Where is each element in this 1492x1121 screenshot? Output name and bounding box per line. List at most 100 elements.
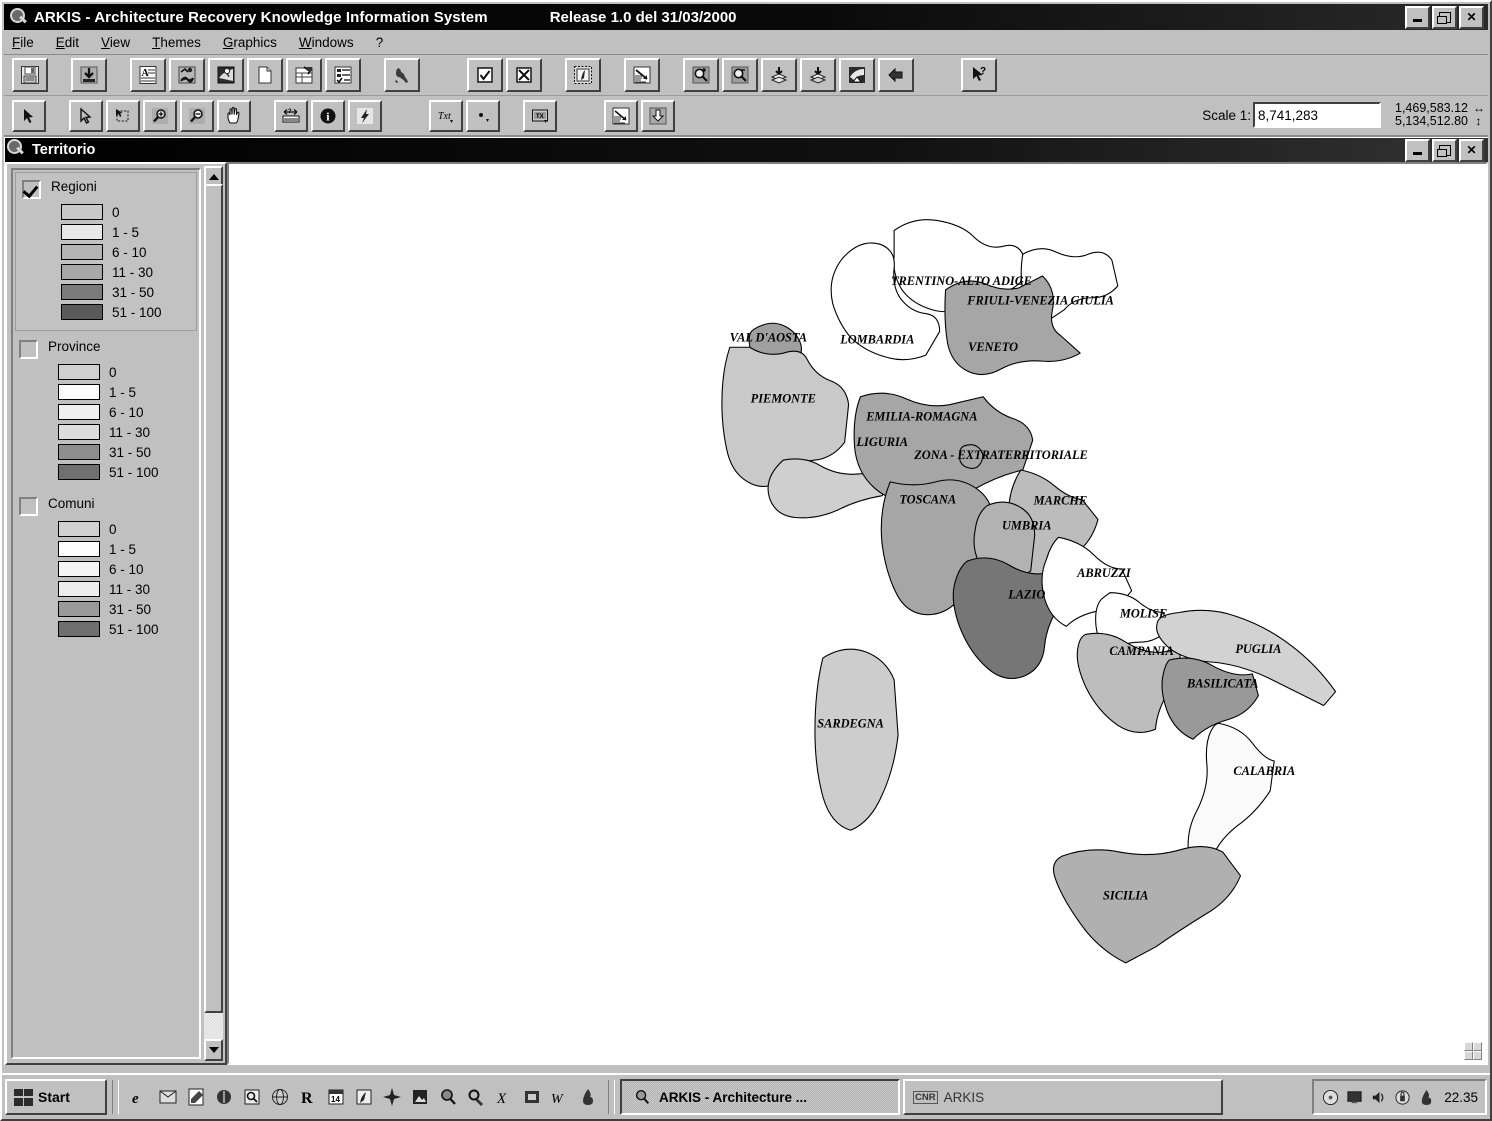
close-button[interactable]: ✕ <box>1459 5 1484 29</box>
picture-icon[interactable] <box>408 1086 431 1109</box>
hotlink-tool[interactable] <box>348 99 382 132</box>
identify-tool[interactable]: i <box>311 99 345 132</box>
theme-comuni[interactable]: Comuni 0 1 - 5 6 - 10 11 - 30 31 - 50 51… <box>13 490 199 647</box>
r-letter-icon[interactable]: R <box>296 1086 319 1109</box>
legend-swatch <box>61 304 103 320</box>
menu-item-help[interactable]: ? <box>376 35 384 50</box>
star-burst-icon[interactable] <box>380 1086 403 1109</box>
paint-icon[interactable] <box>352 1086 375 1109</box>
save-button[interactable] <box>12 58 48 92</box>
zoom-out-tool[interactable] <box>180 99 214 132</box>
image-frame-button[interactable] <box>565 58 601 92</box>
tv-icon[interactable] <box>212 1086 235 1109</box>
security-lock-icon[interactable] <box>1393 1088 1412 1107</box>
fire-icon[interactable] <box>576 1086 599 1109</box>
task-button-arkis-main[interactable]: ARKIS - Architecture ... <box>620 1079 900 1115</box>
svg-text:X: X <box>496 1091 507 1107</box>
clear-selection-button[interactable] <box>506 58 542 92</box>
scroll-down-button[interactable] <box>204 1039 223 1061</box>
rectangle-select-tool[interactable] <box>106 99 140 132</box>
presentation-icon[interactable] <box>520 1086 543 1109</box>
select-all-button[interactable] <box>467 58 503 92</box>
vertex-select-tool[interactable] <box>69 99 103 132</box>
doc-minimize-button[interactable] <box>1405 138 1430 162</box>
bar-graph-button[interactable] <box>624 58 660 92</box>
arkis-magnifier-icon[interactable] <box>436 1086 459 1109</box>
display-icon[interactable] <box>1345 1088 1364 1107</box>
save-layer-button[interactable] <box>800 58 836 92</box>
magnifier-icon <box>8 7 28 27</box>
scale-input[interactable]: 8,741,283 <box>1253 102 1381 128</box>
menu-item-windows[interactable]: Windows <box>299 35 354 50</box>
theme-province[interactable]: Province 0 1 - 5 6 - 10 11 - 30 31 - 50 … <box>13 333 199 490</box>
legend-swatch <box>58 581 100 597</box>
pan-tool[interactable] <box>217 99 251 132</box>
context-help-button[interactable]: ? <box>961 58 997 92</box>
restore-button[interactable] <box>1432 5 1457 29</box>
legend-scrollbar[interactable] <box>204 166 223 1061</box>
point-tool[interactable] <box>466 99 500 132</box>
theme-regioni[interactable]: Regioni 0 1 - 5 6 - 10 11 - 30 31 - 50 5… <box>15 172 197 331</box>
legend-class-row: 11 - 30 <box>61 262 196 282</box>
cd-icon[interactable] <box>1321 1088 1340 1107</box>
import-arrow-tool[interactable] <box>641 99 675 132</box>
legend-class-label: 6 - 10 <box>112 244 147 260</box>
coord-y-value: 5,134,512.80 <box>1395 114 1468 128</box>
internet-explorer-icon[interactable]: e <box>128 1086 151 1109</box>
map-canvas[interactable]: VAL D'AOSTA PIEMONTE LOMBARDIA TRENTINO-… <box>227 162 1488 1065</box>
map-label-basilicata: BASILICATA <box>1186 677 1258 691</box>
flame-icon[interactable] <box>1417 1088 1436 1107</box>
start-button[interactable]: Start <box>5 1079 107 1115</box>
world-globe-icon[interactable] <box>268 1086 291 1109</box>
legend-swatch <box>61 204 103 220</box>
theme-province-checkbox[interactable] <box>19 340 38 359</box>
chart-draw-tool[interactable] <box>604 99 638 132</box>
zoom-in-tool[interactable] <box>143 99 177 132</box>
edit-note-icon[interactable] <box>184 1086 207 1109</box>
chart-button[interactable] <box>169 58 205 92</box>
menu-item-edit[interactable]: Edit <box>56 35 79 50</box>
legend-tool[interactable]: TX <box>523 99 557 132</box>
load-layer-button[interactable] <box>761 58 797 92</box>
menu-item-file[interactable]: FFileile <box>12 35 34 50</box>
text-tool[interactable]: Txt <box>429 99 463 132</box>
word-w-icon[interactable]: W <box>548 1086 571 1109</box>
calendar-icon[interactable]: 14 <box>324 1086 347 1109</box>
minimize-button[interactable] <box>1405 5 1430 29</box>
italy-map-button[interactable] <box>384 58 420 92</box>
menu-item-themes[interactable]: Themes <box>152 35 201 50</box>
excel-x-icon[interactable]: X <box>492 1086 515 1109</box>
query-builder-button[interactable] <box>286 58 322 92</box>
svg-text:?: ? <box>288 109 292 115</box>
measure-tool[interactable]: ? <box>274 99 308 132</box>
doc-restore-button[interactable] <box>1432 138 1457 162</box>
magnifier-icon <box>7 139 27 159</box>
italy-choropleth-map[interactable]: VAL D'AOSTA PIEMONTE LOMBARDIA TRENTINO-… <box>229 164 1486 1063</box>
menu-item-graphics[interactable]: Graphics <box>223 35 277 50</box>
cnr-icon: CNR <box>913 1090 938 1104</box>
task-button-arkis-cnr[interactable]: CNR ARKIS <box>903 1079 1223 1115</box>
zoom-in-theme-button[interactable] <box>683 58 719 92</box>
taskbar-clock[interactable]: 22.35 <box>1444 1090 1478 1105</box>
magnifier-key-icon[interactable] <box>464 1086 487 1109</box>
theme-comuni-checkbox[interactable] <box>19 497 38 516</box>
globe-layer-button[interactable] <box>839 58 875 92</box>
doc-close-button[interactable]: ✕ <box>1459 138 1484 162</box>
pointer-tool[interactable] <box>12 99 46 132</box>
map-label-sicilia: SICILIA <box>1103 889 1148 903</box>
theme-regioni-checkbox[interactable] <box>22 180 41 199</box>
zoom-out-theme-button[interactable] <box>722 58 758 92</box>
scrollbar-track[interactable] <box>204 184 223 1043</box>
back-button[interactable] <box>878 58 914 92</box>
text-document-button[interactable]: A <box>130 58 166 92</box>
attributes-button[interactable] <box>325 58 361 92</box>
scrollbar-thumb[interactable] <box>204 184 223 1013</box>
resize-grip-icon[interactable] <box>1464 1042 1482 1060</box>
import-button[interactable] <box>71 58 107 92</box>
menu-item-view[interactable]: View <box>101 35 130 50</box>
outlook-express-icon[interactable] <box>156 1086 179 1109</box>
new-document-button[interactable] <box>247 58 283 92</box>
layout-button[interactable] <box>208 58 244 92</box>
volume-icon[interactable] <box>1369 1088 1388 1107</box>
search-icon[interactable] <box>240 1086 263 1109</box>
